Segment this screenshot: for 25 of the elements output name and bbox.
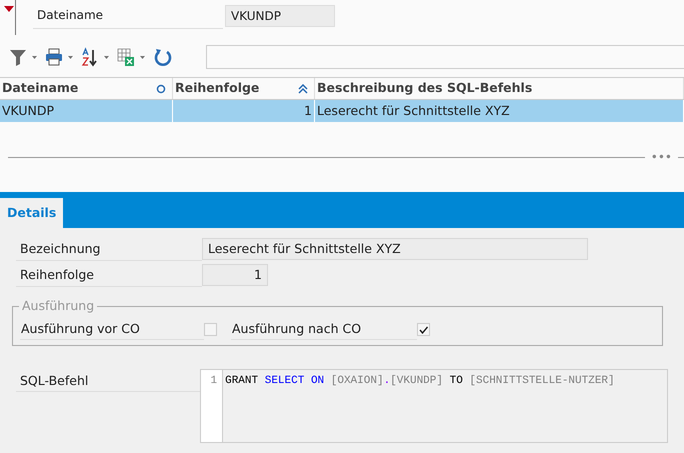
collapse-arrow-icon[interactable] [4,6,14,12]
table-cell: VKUNDP [0,100,173,122]
printer-icon[interactable] [44,46,76,66]
option-label: Ausführung nach CO [231,319,417,340]
checkbox[interactable] [417,323,430,336]
table-cell: Leserecht für Schnittstelle XYZ [315,100,684,122]
column-header[interactable]: Dateiname [0,78,173,99]
search-field[interactable] [206,44,684,68]
option-label: Ausführung vor CO [20,319,204,340]
sort-ascending-icon[interactable] [298,84,308,94]
sort-indicator-icon[interactable] [156,84,166,94]
text-field[interactable]: Leserecht für Schnittstelle XYZ [202,238,588,260]
sort-icon[interactable] [80,46,112,66]
sql-editor[interactable]: 1 GRANT SELECT ON [OXAION].[VKUNDP] TO [SCHNITTSTELLE-NUTZER] [200,369,668,443]
table-row[interactable]: VKUNDP 1 Leserecht für Schnittstelle XYZ [0,100,684,122]
table-cell: 1 [173,100,315,122]
column-header[interactable]: Reihenfolge [173,78,315,99]
refresh-icon[interactable] [152,46,174,66]
column-header[interactable]: Beschreibung des SQL-Befehls [315,78,684,99]
field-label: Dateiname [37,8,104,22]
group-title: Ausführung [19,298,98,314]
checkbox[interactable] [204,323,217,336]
filename-field: VKUNDP [225,5,335,27]
tab[interactable]: Details [0,198,64,228]
text-field[interactable]: 1 [202,264,268,286]
